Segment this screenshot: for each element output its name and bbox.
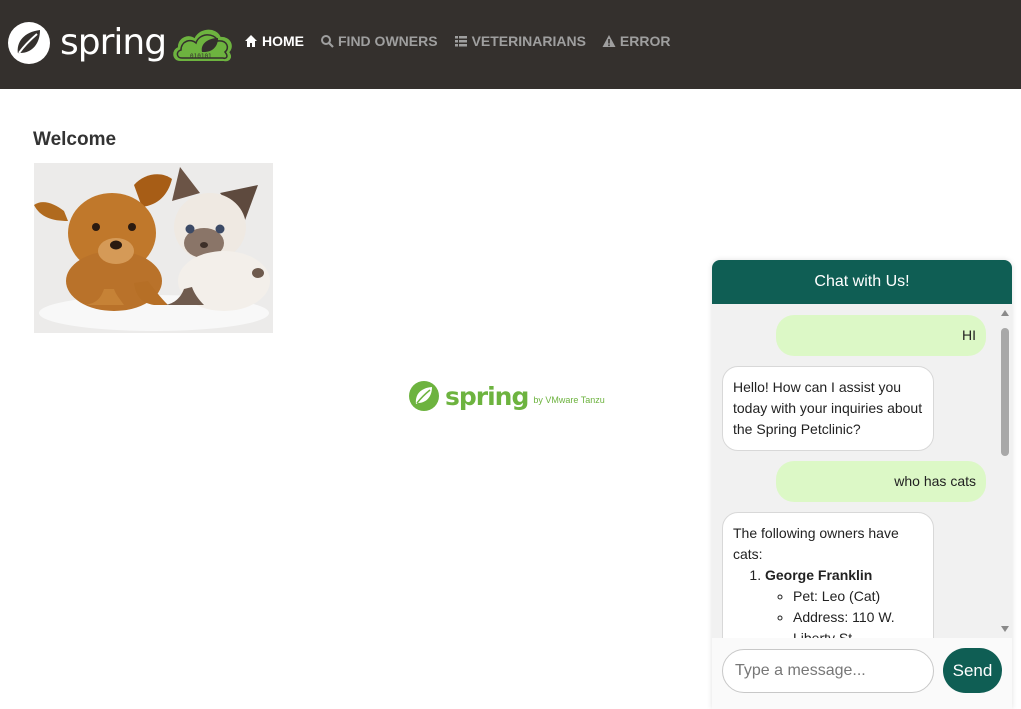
pets-photo [34,163,273,333]
nav-find-owners-label: Find owners [338,33,438,49]
scroll-down-arrow-icon[interactable] [1001,626,1009,632]
home-icon [245,35,257,47]
nav-veterinarians[interactable]: Veterinarians [454,33,586,49]
nav-veterinarians-label: Veterinarians [471,33,586,49]
owner-list-item: George Franklin Pet: Leo (Cat) Address: … [765,565,923,638]
owner-pet: Pet: Leo (Cat) [793,586,923,607]
list-icon [454,36,467,47]
owner-address: Address: 110 W. Liberty St. [793,607,923,638]
page-title: Welcome [33,129,117,150]
nav-home[interactable]: Home [244,33,304,49]
petclinic-cloud-icon: 010101 [173,29,232,62]
chat-messages[interactable]: HI Hello! How can I assist you today wit… [712,304,1012,638]
main-nav: Home Find owners Veterinarians Error [244,33,670,49]
spring-leaf-icon [8,22,50,64]
chat-message-user: HI [776,315,986,356]
chat-message-text: HI [962,327,976,343]
svg-text:010101: 010101 [190,53,212,60]
footer-logo: spring by VMware Tanzu [408,380,605,412]
chat-widget: Chat with Us! HI Hello! How can I assist… [712,260,1012,709]
chat-message-text: who has cats [894,473,976,489]
search-icon [321,35,334,48]
chat-message-bot: The following owners have cats: George F… [722,512,934,638]
nav-find-owners[interactable]: Find owners [320,33,438,49]
spring-leaf-icon [409,381,439,411]
chat-scroll-thumb[interactable] [1001,328,1009,456]
chat-message-bot: Hello! How can I assist you today with y… [722,366,934,451]
pets-illustration [34,163,273,333]
chat-scrollbar[interactable] [1000,310,1010,632]
brand-wordmark: spring [60,22,167,63]
chat-header: Chat with Us! [712,260,1012,304]
nav-home-label: Home [262,33,304,49]
warning-icon [602,35,616,47]
chat-input-row: Send [712,638,1012,709]
owner-list: George Franklin Pet: Leo (Cat) Address: … [733,565,923,638]
nav-error[interactable]: Error [602,33,671,49]
chat-message-text: Hello! How can I assist you today with y… [733,379,923,437]
chat-message-input[interactable] [722,649,934,693]
footer-wordmark: spring [445,381,529,411]
chat-message-user: who has cats [776,461,986,502]
brand-logo[interactable]: spring 010101 [6,20,236,66]
nav-error-label: Error [619,33,671,49]
scroll-up-arrow-icon[interactable] [1001,310,1009,316]
footer-tagline: by VMware Tanzu [533,395,605,405]
owner-name: George Franklin [765,567,873,583]
send-button[interactable]: Send [943,648,1002,693]
navbar: spring 010101 Home Find owners Veterinar… [0,0,1021,89]
owner-details: Pet: Leo (Cat) Address: 110 W. Liberty S… [765,586,923,638]
chat-message-intro: The following owners have cats: [733,525,899,562]
